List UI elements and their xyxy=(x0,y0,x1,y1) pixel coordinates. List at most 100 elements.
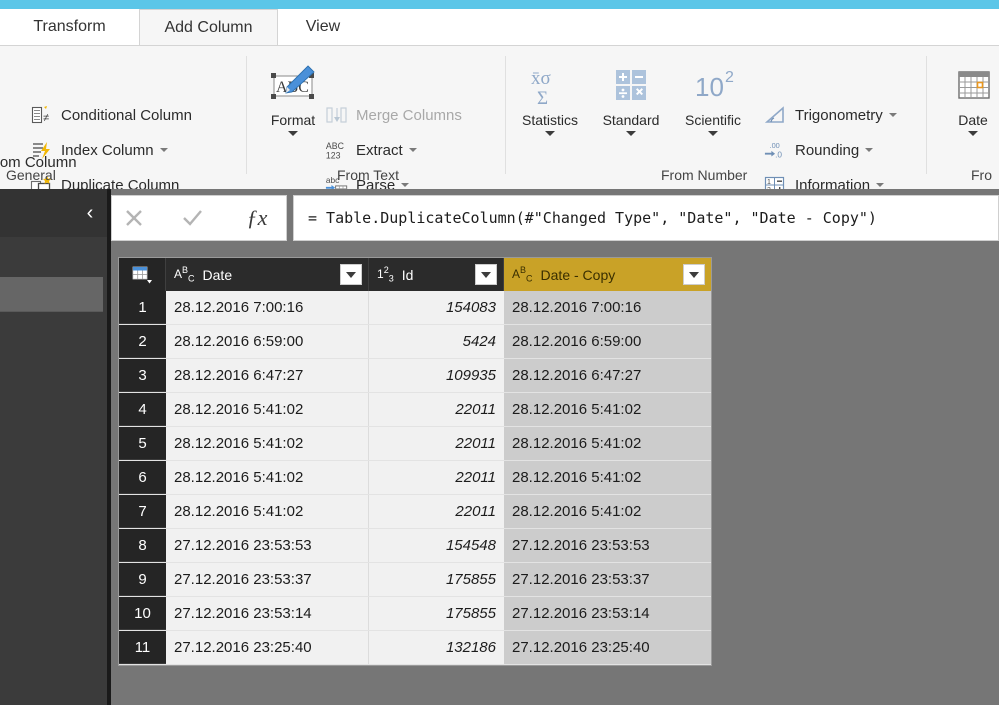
cell-id[interactable]: 22011 xyxy=(369,393,504,426)
column-filter-dropdown-date-copy[interactable] xyxy=(683,264,705,285)
cell-copy[interactable]: 27.12.2016 23:53:14 xyxy=(504,597,711,630)
cell-date[interactable]: 28.12.2016 5:41:02 xyxy=(166,495,369,528)
cell-date[interactable]: 27.12.2016 23:25:40 xyxy=(166,631,369,664)
rounding-icon: .00 .0 xyxy=(764,139,788,161)
parse-caret-icon[interactable] xyxy=(401,183,410,187)
cell-copy[interactable]: 28.12.2016 5:41:02 xyxy=(504,461,711,494)
cell-id[interactable]: 22011 xyxy=(369,461,504,494)
table-row[interactable]: 1 28.12.2016 7:00:16 154083 28.12.2016 7:00… xyxy=(119,291,711,325)
statistics-button[interactable]: x̄σ Σ Statistics xyxy=(513,60,587,136)
column-header-date-copy[interactable]: ABC Date - Copy xyxy=(504,258,711,291)
trigonometry-caret-icon[interactable] xyxy=(888,113,897,117)
formula-bar: ƒx = Table.DuplicateColumn(#"Changed Typ… xyxy=(111,195,999,241)
cancel-x-icon[interactable] xyxy=(121,205,161,231)
svg-text:.0: .0 xyxy=(775,149,782,159)
cell-date[interactable]: 28.12.2016 7:00:16 xyxy=(166,291,369,324)
cell-copy[interactable]: 28.12.2016 6:59:00 xyxy=(504,325,711,358)
svg-text:1: 1 xyxy=(767,179,771,186)
formula-input[interactable]: = Table.DuplicateColumn(#"Changed Type",… xyxy=(293,195,999,241)
data-grid-header-row: ABC Date 123 Id ABC Date - Copy xyxy=(119,258,711,291)
cell-id[interactable]: 22011 xyxy=(369,427,504,460)
cell-id[interactable]: 22011 xyxy=(369,495,504,528)
index-column-button[interactable]: Index Column xyxy=(30,139,168,161)
table-row[interactable]: 2 28.12.2016 6:59:00 5424 28.12.2016 6:59:0… xyxy=(119,325,711,359)
row-number-n: 8 xyxy=(119,529,166,562)
query-list-item-selected[interactable] xyxy=(0,277,103,312)
cell-date[interactable]: 28.12.2016 5:41:02 xyxy=(166,393,369,426)
cell-copy[interactable]: 27.12.2016 23:25:40 xyxy=(504,631,711,664)
extract-button[interactable]: ABC 123 Extract xyxy=(325,139,417,161)
table-row[interactable]: 6 28.12.2016 5:41:02 22011 28.12.2016 5:41:… xyxy=(119,461,711,495)
cell-id[interactable]: 175855 xyxy=(369,597,504,630)
rounding-button[interactable]: .00 .0 Rounding xyxy=(764,139,874,161)
tab-transform[interactable]: Transform xyxy=(0,9,139,45)
standard-button[interactable]: Standard xyxy=(594,60,668,136)
cell-date[interactable]: 27.12.2016 23:53:37 xyxy=(166,563,369,596)
cell-date[interactable]: 27.12.2016 23:53:53 xyxy=(166,529,369,562)
row-number-n: 4 xyxy=(119,393,166,426)
format-button[interactable]: ABC Format xyxy=(256,60,330,136)
rounding-caret-icon[interactable] xyxy=(865,148,874,152)
table-row[interactable]: 10 27.12.2016 23:53:14 175855 27.12.2016 23… xyxy=(119,597,711,631)
svg-text:≠: ≠ xyxy=(43,112,49,124)
cell-id[interactable]: 5424 xyxy=(369,325,504,358)
column-header-date-copy-label: Date - Copy xyxy=(540,266,616,283)
scientific-caret-icon[interactable] xyxy=(708,131,718,136)
column-filter-dropdown-date[interactable] xyxy=(340,264,362,285)
select-all-table-icon[interactable] xyxy=(119,258,166,291)
table-row[interactable]: 7 28.12.2016 5:41:02 22011 28.12.2016 5:41:… xyxy=(119,495,711,529)
extract-caret-icon[interactable] xyxy=(408,148,417,152)
cell-date[interactable]: 28.12.2016 6:59:00 xyxy=(166,325,369,358)
column-header-id[interactable]: 123 Id xyxy=(369,258,504,291)
index-column-label: Index Column xyxy=(61,141,154,159)
cell-copy[interactable]: 28.12.2016 7:00:16 xyxy=(504,291,711,324)
table-row[interactable]: 5 28.12.2016 5:41:02 22011 28.12.2016 5:41:… xyxy=(119,427,711,461)
column-header-date[interactable]: ABC Date xyxy=(166,258,369,291)
chevron-left-icon[interactable]: ‹ xyxy=(82,202,98,224)
table-row[interactable]: 4 28.12.2016 5:41:02 22011 28.12.2016 5:41:… xyxy=(119,393,711,427)
cell-copy[interactable]: 27.12.2016 23:53:53 xyxy=(504,529,711,562)
cell-copy[interactable]: 28.12.2016 5:41:02 xyxy=(504,393,711,426)
date-button[interactable]: Date xyxy=(936,60,999,136)
table-row[interactable]: 3 28.12.2016 6:47:27 109935 28.12.2016 6:47… xyxy=(119,359,711,393)
information-caret-icon[interactable] xyxy=(876,183,885,187)
cell-copy[interactable]: 28.12.2016 5:41:02 xyxy=(504,495,711,528)
table-row[interactable]: 9 27.12.2016 23:53:37 175855 27.12.2016 23:… xyxy=(119,563,711,597)
cell-id[interactable]: 132186 xyxy=(369,631,504,664)
statistics-caret-icon[interactable] xyxy=(545,131,555,136)
date-caret-icon[interactable] xyxy=(968,131,978,136)
queries-pane: ‹ xyxy=(0,189,107,705)
cell-date[interactable]: 28.12.2016 5:41:02 xyxy=(166,461,369,494)
index-column-caret-icon[interactable] xyxy=(159,148,168,152)
scientific-label: Scientific xyxy=(684,112,742,128)
tab-add-column[interactable]: Add Column xyxy=(139,9,278,45)
cell-date[interactable]: 27.12.2016 23:53:14 xyxy=(166,597,369,630)
standard-caret-icon[interactable] xyxy=(626,131,636,136)
format-abc-icon: ABC xyxy=(256,60,330,112)
index-column-icon xyxy=(30,139,54,161)
cell-id[interactable]: 175855 xyxy=(369,563,504,596)
table-row[interactable]: 11 27.12.2016 23:25:40 132186 27.12.2016 23… xyxy=(119,631,711,665)
merge-columns-button[interactable]: Merge Columns xyxy=(325,104,462,126)
cell-id[interactable]: 154548 xyxy=(369,529,504,562)
cell-id[interactable]: 109935 xyxy=(369,359,504,392)
tab-view[interactable]: View xyxy=(281,9,365,45)
ribbon-group-from-text: ABC Format xyxy=(247,46,506,194)
conditional-column-button[interactable]: ≠ Conditional Column xyxy=(30,104,192,126)
trigonometry-button[interactable]: Trigonometry xyxy=(764,104,897,126)
fx-icon[interactable]: ƒx xyxy=(237,205,277,231)
scientific-button[interactable]: 10 2 Scientific xyxy=(676,60,750,136)
data-grid-body: 1 28.12.2016 7:00:16 154083 28.12.2016 7:00… xyxy=(119,291,711,665)
confirm-check-icon[interactable] xyxy=(179,205,219,231)
cell-copy[interactable]: 28.12.2016 5:41:02 xyxy=(504,427,711,460)
format-caret-icon[interactable] xyxy=(288,131,298,136)
svg-text:123: 123 xyxy=(326,150,341,160)
cell-date[interactable]: 28.12.2016 6:47:27 xyxy=(166,359,369,392)
svg-text:10: 10 xyxy=(695,72,724,102)
cell-copy[interactable]: 28.12.2016 6:47:27 xyxy=(504,359,711,392)
cell-date[interactable]: 28.12.2016 5:41:02 xyxy=(166,427,369,460)
column-filter-dropdown-id[interactable] xyxy=(475,264,497,285)
cell-id[interactable]: 154083 xyxy=(369,291,504,324)
cell-copy[interactable]: 27.12.2016 23:53:37 xyxy=(504,563,711,596)
table-row[interactable]: 8 27.12.2016 23:53:53 154548 27.12.2016 23:… xyxy=(119,529,711,563)
